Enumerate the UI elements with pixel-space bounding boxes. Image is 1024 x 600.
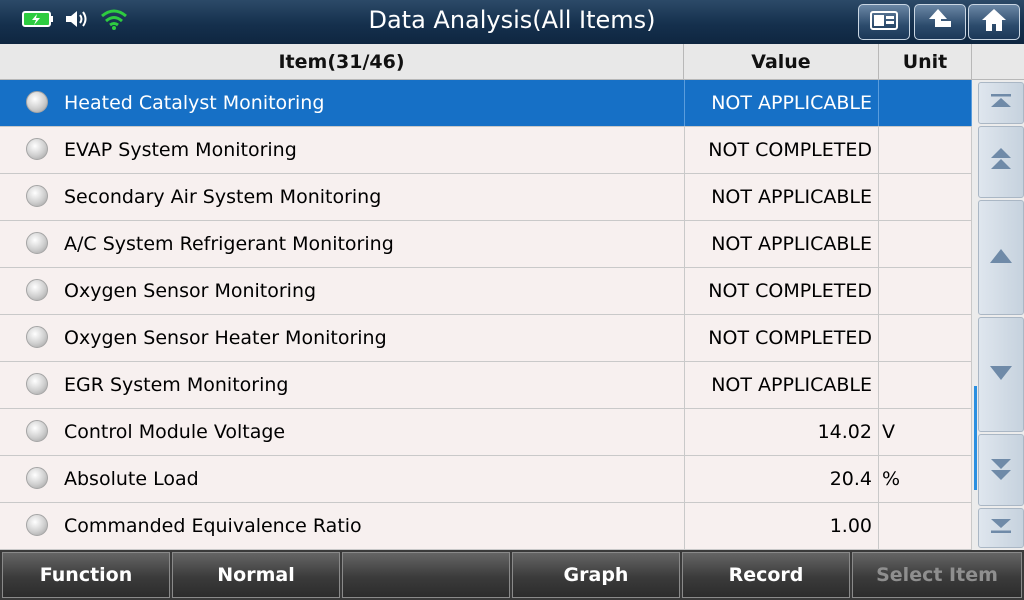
radio-icon[interactable] [26, 91, 48, 113]
radio-icon[interactable] [26, 185, 48, 207]
item-unit: % [879, 456, 972, 502]
back-button[interactable] [914, 4, 966, 40]
record-button[interactable]: Record [682, 552, 850, 598]
item-value: 20.4 [684, 456, 879, 502]
item-value: NOT APPLICABLE [684, 362, 879, 408]
item-value: NOT COMPLETED [684, 315, 879, 361]
scroll-bottom-icon [989, 518, 1013, 538]
line-down-icon [990, 365, 1012, 384]
item-name: EVAP System Monitoring [64, 139, 297, 161]
table-row[interactable]: Absolute Load 20.4 % [0, 456, 972, 503]
column-header-blank [972, 44, 1024, 80]
item-value: NOT COMPLETED [684, 268, 879, 314]
radio-icon[interactable] [26, 467, 48, 489]
item-unit: V [879, 409, 972, 455]
select-item-button[interactable]: Select Item [852, 552, 1022, 598]
page-down-icon [989, 455, 1013, 485]
item-name: Secondary Air System Monitoring [64, 186, 382, 208]
item-name: Control Module Voltage [64, 421, 286, 443]
table-row[interactable]: Secondary Air System Monitoring NOT APPL… [0, 174, 972, 221]
scroll-bottom-button[interactable] [978, 508, 1024, 548]
radio-icon[interactable] [26, 138, 48, 160]
item-unit [879, 80, 972, 126]
item-name: A/C System Refrigerant Monitoring [64, 233, 394, 255]
item-name: Heated Catalyst Monitoring [64, 92, 325, 114]
normal-button[interactable]: Normal [172, 552, 340, 598]
table-row[interactable]: Heated Catalyst Monitoring NOT APPLICABL… [0, 80, 972, 127]
column-header-unit: Unit [879, 44, 972, 80]
scroll-position-indicator [974, 386, 977, 490]
scroll-top-icon [989, 93, 1013, 113]
top-bar: Data Analysis(All Items) [0, 0, 1024, 44]
item-name: EGR System Monitoring [64, 374, 289, 396]
scroll-top-button[interactable] [978, 82, 1024, 124]
data-table: Heated Catalyst Monitoring NOT APPLICABL… [0, 80, 972, 550]
page-up-button[interactable] [978, 126, 1024, 198]
screenshot-icon [869, 9, 899, 35]
line-down-button[interactable] [978, 317, 1024, 432]
home-button[interactable] [968, 4, 1020, 40]
item-unit [879, 127, 972, 173]
item-value: NOT APPLICABLE [684, 80, 879, 126]
table-row[interactable]: Oxygen Sensor Heater Monitoring NOT COMP… [0, 315, 972, 362]
blank-button [342, 552, 510, 598]
back-icon [926, 7, 954, 37]
table-row[interactable]: A/C System Refrigerant Monitoring NOT AP… [0, 221, 972, 268]
table-row[interactable]: EGR System Monitoring NOT APPLICABLE [0, 362, 972, 409]
column-header-value: Value [684, 44, 879, 80]
table-row[interactable]: Commanded Equivalence Ratio 1.00 [0, 503, 972, 550]
line-up-icon [990, 248, 1012, 267]
item-name: Commanded Equivalence Ratio [64, 515, 362, 537]
item-value: 14.02 [684, 409, 879, 455]
table-row[interactable]: Oxygen Sensor Monitoring NOT COMPLETED [0, 268, 972, 315]
graph-button[interactable]: Graph [512, 552, 680, 598]
item-value: NOT COMPLETED [684, 127, 879, 173]
scrollbar [972, 80, 1024, 550]
page-down-button[interactable] [978, 434, 1024, 506]
item-unit [879, 503, 972, 549]
home-icon [980, 7, 1008, 37]
radio-icon[interactable] [26, 420, 48, 442]
item-unit [879, 268, 972, 314]
item-name: Oxygen Sensor Heater Monitoring [64, 327, 387, 349]
column-header-item[interactable]: Item(31/46) [0, 44, 684, 80]
item-name: Absolute Load [64, 468, 199, 490]
item-unit [879, 362, 972, 408]
page-up-icon [989, 147, 1013, 177]
item-value: NOT APPLICABLE [684, 174, 879, 220]
function-button[interactable]: Function [2, 552, 170, 598]
item-unit [879, 221, 972, 267]
item-value: NOT APPLICABLE [684, 221, 879, 267]
radio-icon[interactable] [26, 326, 48, 348]
screenshot-button[interactable] [858, 4, 910, 40]
item-unit [879, 174, 972, 220]
radio-icon[interactable] [26, 373, 48, 395]
radio-icon[interactable] [26, 514, 48, 536]
item-value: 1.00 [684, 503, 879, 549]
function-bar: Function Normal Graph Record Select Item [0, 550, 1024, 600]
table-row[interactable]: Control Module Voltage 14.02 V [0, 409, 972, 456]
line-up-button[interactable] [978, 200, 1024, 315]
radio-icon[interactable] [26, 279, 48, 301]
item-name: Oxygen Sensor Monitoring [64, 280, 317, 302]
table-row[interactable]: EVAP System Monitoring NOT COMPLETED [0, 127, 972, 174]
item-unit [879, 315, 972, 361]
radio-icon[interactable] [26, 232, 48, 254]
